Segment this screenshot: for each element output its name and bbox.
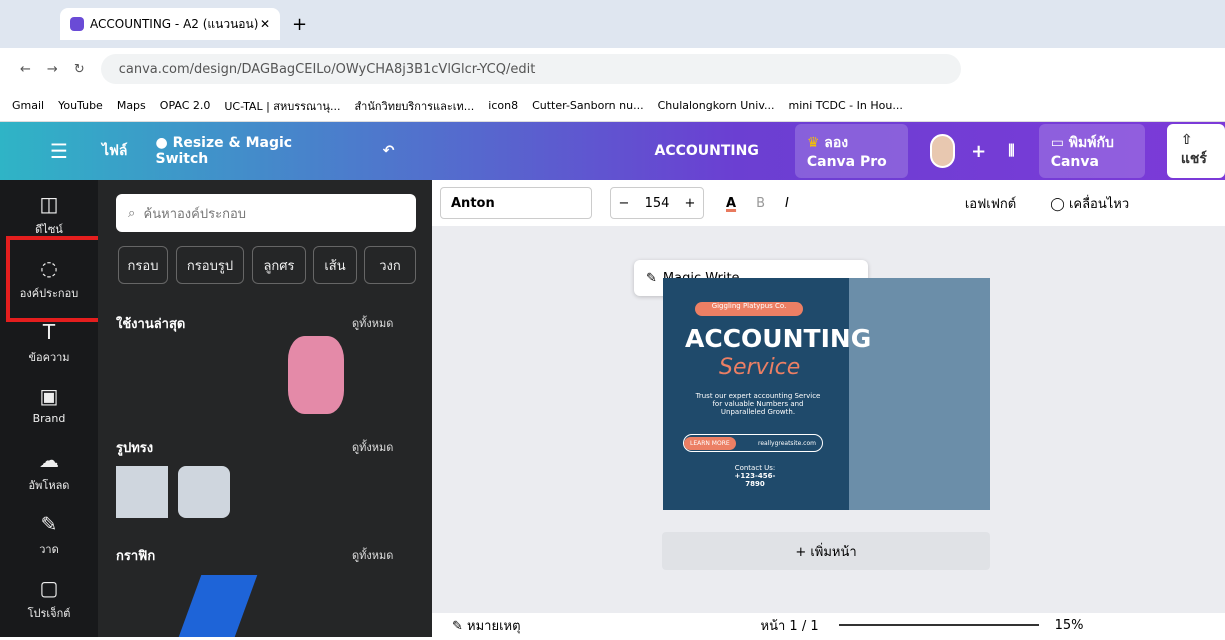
bookmark[interactable]: สำนักวิทยบริการและเท... (354, 97, 474, 115)
rail-item[interactable]: ☁ อัพโหลด (0, 448, 98, 512)
bookmark[interactable]: Gmail (12, 99, 44, 112)
rail-icon: ☁ (39, 448, 59, 472)
bookmark[interactable]: Maps (117, 99, 146, 112)
reload-icon[interactable]: ↻ (74, 62, 85, 77)
cat-circle[interactable]: วงก (364, 246, 416, 284)
cat-arrow[interactable]: ลูกศร (252, 246, 306, 284)
rail-icon: ▣ (39, 384, 59, 408)
design-title[interactable]: ACCOUNTING (655, 143, 759, 159)
font-select[interactable]: Anton (440, 187, 592, 219)
page-indicator[interactable]: หน้า 1 / 1 (761, 615, 819, 636)
rail-icon: ◫ (39, 192, 59, 216)
bookmark[interactable]: UC-TAL | สหบรรณานุ... (224, 97, 340, 115)
forward-icon[interactable]: → (47, 62, 58, 77)
rail-item[interactable]: ▢ โปรเจ็กต์ (0, 576, 98, 640)
square-shape[interactable] (116, 466, 168, 518)
zoom-level[interactable]: 15% (1055, 618, 1084, 633)
bookmark[interactable]: Chulalongkorn Univ... (658, 99, 775, 112)
cat-line[interactable]: เส้น (313, 246, 357, 284)
bookmark[interactable]: YouTube (58, 99, 103, 112)
cat-frame[interactable]: กรอบ (118, 246, 168, 284)
bookmark[interactable]: Cutter-Sanborn nu... (532, 99, 643, 112)
resize-button[interactable]: ● Resize & Magic Switch (155, 135, 292, 167)
rail-item[interactable]: T ข้อความ (0, 320, 98, 384)
tab[interactable]: ACCOUNTING - A2 (แนวนอน) ✕ (60, 8, 280, 40)
rail-item[interactable]: ▣ Brand (0, 384, 98, 448)
print-button[interactable]: ▭ พิมพ์กับ Canva (1038, 124, 1145, 178)
add-page-button[interactable]: + เพิ่มหน้า (662, 532, 990, 570)
effects-button[interactable]: เอฟเฟกต์ (965, 193, 1016, 214)
bookmark[interactable]: mini TCDC - In Hou... (788, 99, 902, 112)
rail-icon: T (42, 320, 56, 344)
rail-icon: ▢ (39, 576, 59, 600)
back-icon[interactable]: ← (20, 62, 31, 77)
menu-icon[interactable]: ☰ (50, 139, 68, 163)
cat-photo-frame[interactable]: กรอบรูป (176, 246, 244, 284)
rail-item[interactable]: ✎ วาด (0, 512, 98, 576)
bookmark[interactable]: icon8 (488, 99, 518, 112)
rounded-square-shape[interactable] (178, 466, 230, 518)
design-canvas[interactable]: Giggling Platypus Co. ACCOUNTING Service… (663, 278, 990, 510)
url-bar[interactable]: canva.com/design/DAGBagCEILo/OWyCHA8j3B1… (100, 54, 961, 84)
try-pro-button[interactable]: ♛ ลอง Canva Pro (794, 124, 908, 178)
avatar[interactable] (929, 134, 956, 168)
bookmark[interactable]: OPAC 2.0 (160, 99, 211, 112)
rail-icon: ✎ (40, 512, 58, 536)
undo-icon[interactable]: ↶ (383, 143, 395, 159)
font-size[interactable]: −154 + (610, 187, 704, 219)
search-input[interactable]: ⌕ ค้นหาองค์ประกอบ (116, 194, 416, 232)
share-button[interactable]: ⇧ แชร์ (1166, 124, 1225, 178)
zoom-slider[interactable] (838, 624, 1039, 626)
file-menu[interactable]: ไฟล์ (102, 140, 128, 162)
butterfly-icon[interactable] (288, 336, 344, 414)
new-tab-button[interactable]: + (292, 14, 307, 35)
analytics-icon[interactable]: ⫼ (1008, 143, 1014, 159)
animate-button[interactable]: ◯ เคลื่อนไหว (1050, 193, 1129, 214)
notes-button[interactable]: ✎ หมายเหตุ (452, 615, 521, 636)
